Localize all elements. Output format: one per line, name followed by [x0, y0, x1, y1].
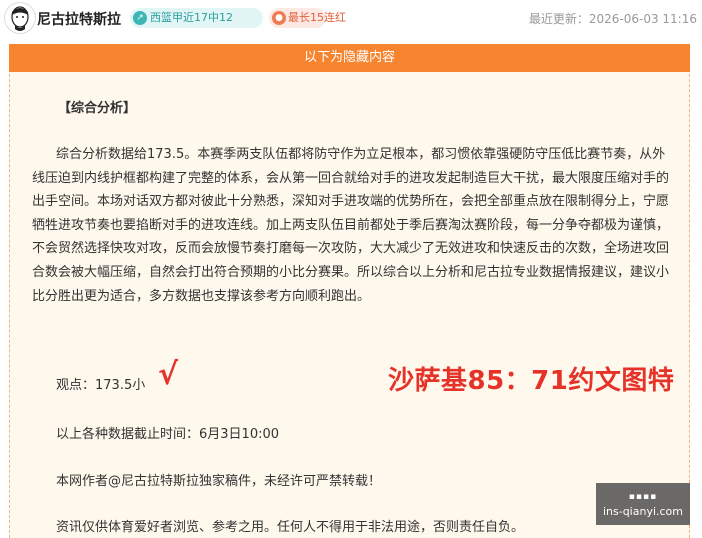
record-badge-text: 西篮甲近17中12	[150, 11, 233, 24]
watermark-label: ▪▪▪▪	[628, 492, 658, 502]
watermark: ▪▪▪▪ ins-qianyi.com	[596, 483, 690, 525]
copyright-notice: 本网作者@尼古拉特斯拉独家稿件，未经许可严禁转载！	[56, 474, 382, 489]
prediction-view: 观点：173.5小	[56, 378, 146, 393]
streak-badge: ● 最长15连红	[269, 8, 346, 28]
section-title: 【综合分析】	[58, 101, 137, 116]
header-bar: 尼古拉特斯拉 ↗ 西篮甲近17中12 ● 最长15连红 最近更新：2026-06…	[0, 0, 702, 36]
author-avatar[interactable]	[4, 2, 36, 34]
disclaimer: 资讯仅供体育爱好者浏览、参考之用。任何人不得用于非法用途，否则责任自负。	[56, 520, 525, 535]
data-cutoff: 以上各种数据截止时间：6月3日10:00	[56, 427, 280, 442]
record-badge: ↗ 西篮甲近17中12	[130, 8, 263, 28]
analysis-text: 综合分析数据给173.5。本赛季两支队伍都将防守作为立足根本，都习惯依靠强硬防守…	[32, 147, 670, 304]
avatar-icon	[11, 6, 29, 31]
last-updated: 最近更新：2026-06-03 11:16	[528, 12, 697, 26]
flame-icon: ●	[272, 11, 286, 25]
trend-icon: ↗	[133, 11, 147, 25]
watermark-url: ins-qianyi.com	[602, 505, 684, 518]
result-highlight: 沙萨基85：71约文图特	[388, 366, 675, 396]
check-mark: √	[158, 357, 179, 392]
hidden-content-banner: 以下为隐藏内容	[9, 44, 690, 72]
streak-badge-text: 最长15连红	[288, 11, 346, 24]
author-name[interactable]: 尼古拉特斯拉	[37, 9, 121, 29]
